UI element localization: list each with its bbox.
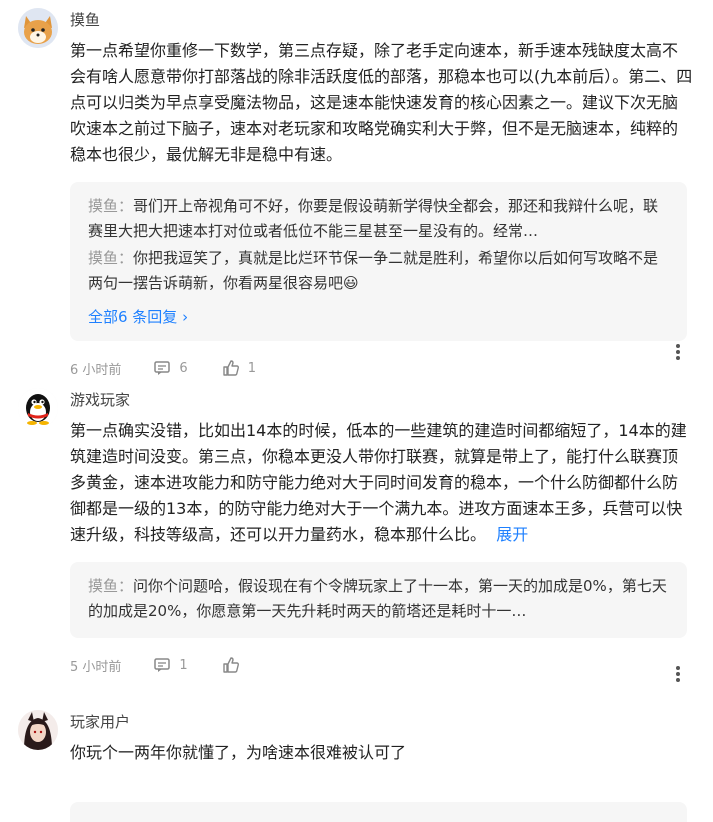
- comment-icon: [154, 361, 171, 375]
- like-button[interactable]: [222, 656, 248, 674]
- reply-item[interactable]: 摸鱼：哥们开上帝视角可不好，你要是假设萌新学得快全都会，那还和我辩什么呢，联赛里…: [88, 194, 669, 244]
- reply-text: 你把我逗笑了，真就是比烂环节保一争二就是胜利，希望你以后如何写攻略不是两句一摆告…: [88, 249, 659, 292]
- penguin-avatar-icon: [18, 388, 58, 428]
- comment-text: 你玩个一两年你就懂了，为啥速本很难被认可了: [70, 743, 407, 762]
- replies-panel: 摸鱼：哥们开上帝视角可不好，你要是假设萌新学得快全都会，那还和我辩什么呢，联赛里…: [70, 182, 687, 341]
- reply-username[interactable]: 摸鱼：: [88, 197, 133, 215]
- reply-username[interactable]: 摸鱼：: [88, 249, 133, 267]
- comment-item: 摸鱼 第一点希望你重修一下数学，第三点存疑，除了老手定向速本，新手速本残缺度太高…: [0, 0, 713, 380]
- replies-panel: [70, 802, 687, 822]
- comment-username[interactable]: 摸鱼: [70, 0, 693, 32]
- avatar[interactable]: [18, 8, 58, 48]
- more-options-icon[interactable]: [675, 664, 681, 688]
- reply-button[interactable]: 6: [153, 359, 188, 377]
- reply-count: 6: [179, 360, 188, 376]
- replies-panel: 摸鱼：问你个问题哈，假设现在有个令牌玩家上了十一本，第一天的加成是0%，第七天的…: [70, 562, 687, 638]
- thumbs-up-icon: [222, 360, 239, 376]
- avatar[interactable]: [18, 710, 58, 750]
- like-count: 1: [247, 360, 256, 376]
- comment-username[interactable]: 游戏玩家: [70, 380, 693, 412]
- reply-count: 1: [179, 657, 188, 673]
- reply-item[interactable]: 摸鱼：问你个问题哈，假设现在有个令牌玩家上了十一本，第一天的加成是0%，第七天的…: [88, 574, 669, 624]
- comment-time: 5 小时前: [70, 659, 122, 675]
- comment-time: 6 小时前: [70, 362, 122, 378]
- reply-username[interactable]: 摸鱼：: [88, 577, 133, 595]
- like-button[interactable]: 1: [222, 359, 256, 377]
- comment-icon: [154, 658, 171, 672]
- comment-username[interactable]: 玩家用户: [70, 702, 693, 734]
- shiba-avatar-icon: [18, 8, 58, 48]
- reply-text: 哥们开上帝视角可不好，你要是假设萌新学得快全都会，那还和我辩什么呢，联赛里大把大…: [88, 197, 659, 240]
- avatar[interactable]: [18, 388, 58, 428]
- comment-text: 第一点确实没错，比如出14本的时候，低本的一些建筑的建造时间都缩短了，14本的建…: [70, 418, 693, 548]
- more-options-icon[interactable]: [675, 342, 681, 366]
- reply-button[interactable]: 1: [153, 656, 188, 674]
- comment-item: 游戏玩家 第一点确实没错，比如出14本的时候，低本的一些建筑的建造时间都缩短了，…: [0, 380, 713, 702]
- reply-item[interactable]: 摸鱼：你把我逗笑了，真就是比烂环节保一争二就是胜利，希望你以后如何写攻略不是两句…: [88, 246, 669, 296]
- comment-footer: 5 小时前 1: [70, 638, 693, 692]
- character-avatar-icon: [18, 710, 58, 750]
- comment-text-content: 第一点确实没错，比如出14本的时候，低本的一些建筑的建造时间都缩短了，14本的建…: [70, 421, 687, 544]
- comment-item: 玩家用户 你玩个一两年你就懂了，为啥速本很难被认可了: [0, 702, 713, 802]
- expand-link[interactable]: 展开: [496, 525, 528, 544]
- see-all-replies-link[interactable]: 全部6 条回复 ›: [88, 306, 188, 327]
- thumbs-up-icon: [222, 657, 239, 673]
- reply-text: 问你个问题哈，假设现在有个令牌玩家上了十一本，第一天的加成是0%，第七天的加成是…: [88, 577, 667, 620]
- comment-text: 第一点希望你重修一下数学，第三点存疑，除了老手定向速本，新手速本残缺度太高不会有…: [70, 41, 693, 164]
